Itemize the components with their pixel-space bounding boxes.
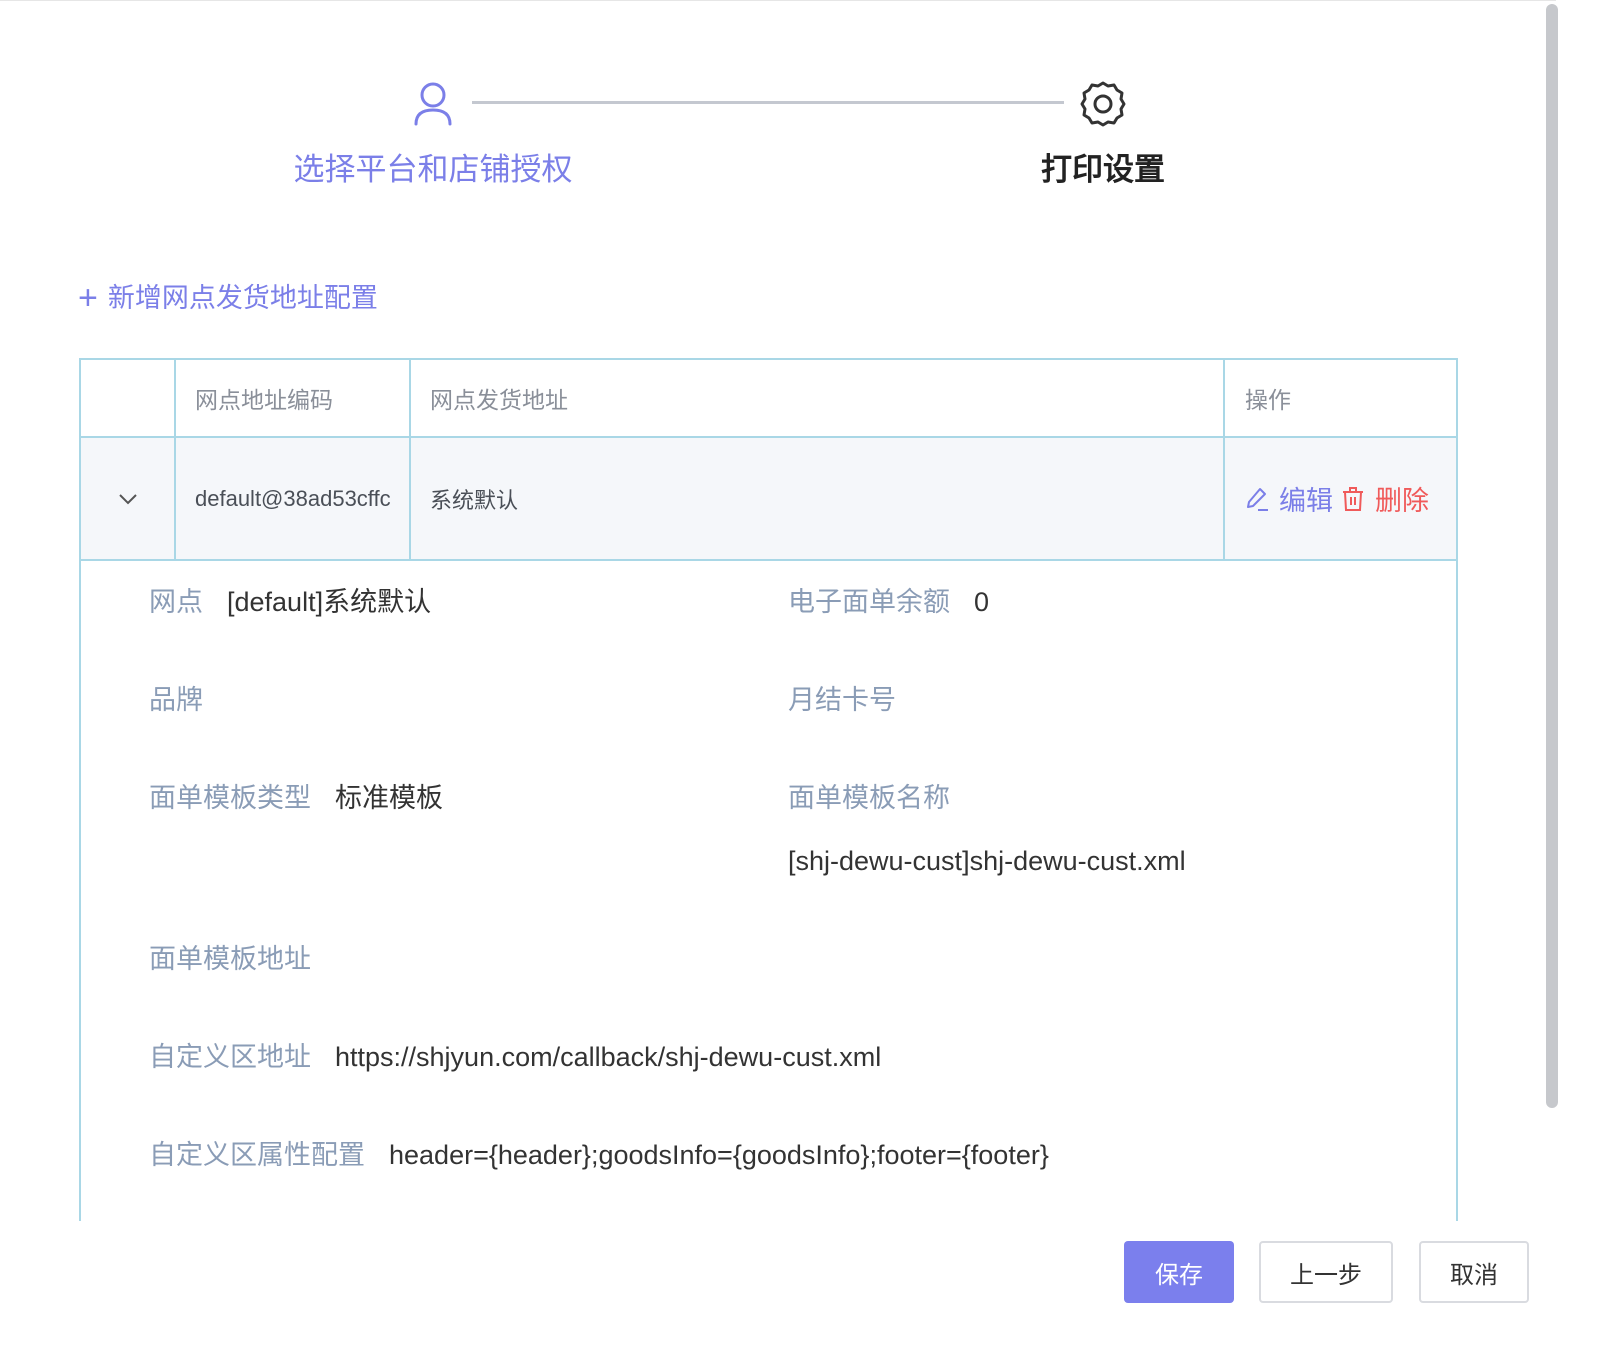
branch-address-table: 网点地址编码 网点发货地址 操作 default@38ad53cffc 系统默认 xyxy=(79,358,1458,1221)
chevron-down-icon xyxy=(118,493,137,504)
step-title: 选择平台和店铺授权 xyxy=(293,152,573,187)
gear-icon xyxy=(990,79,1216,129)
row-address: 系统默认 xyxy=(411,438,1225,559)
detail-monthly-card: 月结卡号 xyxy=(788,681,920,719)
detail-value: [default]系统默认 xyxy=(227,587,432,617)
add-branch-address-button[interactable]: + 新增网点发货地址配置 xyxy=(78,279,378,317)
edit-label: 编辑 xyxy=(1279,486,1333,516)
detail-value: https://shjyun.com/callback/shj-dewu-cus… xyxy=(335,1042,882,1072)
header-expand-col xyxy=(81,360,176,436)
detail-custom-props: 自定义区属性配置 header={header};goodsInfo={good… xyxy=(149,1136,1049,1174)
detail-branch: 网点 [default]系统默认 xyxy=(149,583,431,621)
row-code: default@38ad53cffc xyxy=(195,485,391,511)
detail-value: 0 xyxy=(974,587,990,617)
delete-button[interactable]: 删除 xyxy=(1341,479,1429,518)
pencil-icon xyxy=(1247,487,1268,511)
detail-value: header={header};goodsInfo={goodsInfo};fo… xyxy=(389,1140,1049,1170)
delete-label: 删除 xyxy=(1375,486,1429,516)
step-title: 打印设置 xyxy=(1041,152,1165,187)
row-expanded-details: 网点 [default]系统默认 电子面单余额 0 品牌 月结卡号 面单模板类型… xyxy=(81,561,1456,1221)
step-platform-auth[interactable]: 选择平台和店铺授权 xyxy=(280,79,586,191)
step-connector xyxy=(472,101,1064,104)
expand-toggle[interactable] xyxy=(81,438,176,559)
detail-label: 月结卡号 xyxy=(788,685,896,715)
detail-custom-url: 自定义区地址 https://shjyun.com/callback/shj-d… xyxy=(149,1038,881,1076)
detail-template-type: 面单模板类型 标准模板 xyxy=(149,779,443,817)
detail-value: 标准模板 xyxy=(335,783,443,813)
detail-template-url: 面单模板地址 xyxy=(149,940,335,978)
detail-label: 面单模板地址 xyxy=(149,944,311,974)
row-actions: 编辑 删除 xyxy=(1225,438,1456,559)
detail-label: 网点 xyxy=(149,587,203,617)
detail-brand: 品牌 xyxy=(149,681,227,719)
save-button[interactable]: 保存 xyxy=(1124,1241,1234,1303)
print-settings-dialog: 选择平台和店铺授权 打印设置 + 新增网点发货地址配置 网点地址编码 网点发货地… xyxy=(0,0,1556,1365)
detail-balance: 电子面单余额 0 xyxy=(788,583,989,621)
detail-label: 面单模板类型 xyxy=(149,783,311,813)
scrollbar-thumb[interactable] xyxy=(1546,4,1558,1108)
plus-icon: + xyxy=(78,279,98,317)
add-branch-address-label: 新增网点发货地址配置 xyxy=(107,283,378,313)
trash-icon xyxy=(1343,486,1363,511)
detail-value: [shj-dewu-cust]shj-dewu-cust.xml xyxy=(788,846,1186,876)
scrollbar-track[interactable] xyxy=(1556,0,1600,1365)
header-code: 网点地址编码 xyxy=(176,360,411,436)
detail-label: 自定义区地址 xyxy=(149,1042,311,1072)
detail-label: 面单模板名称 xyxy=(788,783,950,813)
previous-step-button[interactable]: 上一步 xyxy=(1259,1241,1393,1303)
user-icon xyxy=(280,79,586,129)
detail-label: 自定义区属性配置 xyxy=(149,1140,365,1170)
step-print-settings[interactable]: 打印设置 xyxy=(990,79,1216,191)
header-actions: 操作 xyxy=(1245,387,1291,413)
table-row: default@38ad53cffc 系统默认 编辑 删除 xyxy=(81,438,1456,561)
header-address: 网点发货地址 xyxy=(411,360,1225,436)
detail-label: 品牌 xyxy=(149,685,203,715)
table-header: 网点地址编码 网点发货地址 操作 xyxy=(81,358,1456,438)
row-code-cell: default@38ad53cffc xyxy=(176,438,411,559)
edit-button[interactable]: 编辑 xyxy=(1245,479,1333,518)
detail-template-name: 面单模板名称 [shj-dewu-cust]shj-dewu-cust.xml xyxy=(788,779,1186,880)
cancel-button[interactable]: 取消 xyxy=(1419,1241,1529,1303)
detail-label: 电子面单余额 xyxy=(788,587,950,617)
steps-bar: 选择平台和店铺授权 打印设置 xyxy=(0,1,1556,231)
